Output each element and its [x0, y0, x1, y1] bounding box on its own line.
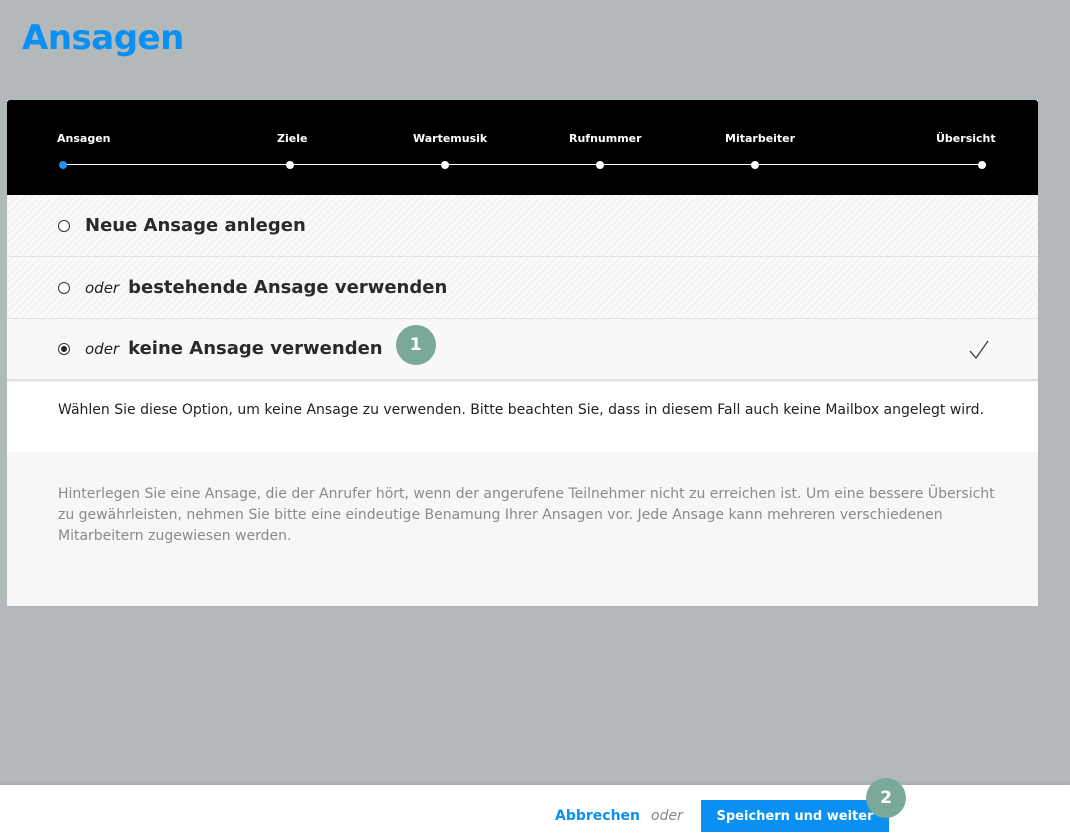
step-dot-rufnummer[interactable] — [596, 161, 604, 169]
stepper-line — [63, 164, 983, 165]
option-new-announcement[interactable]: Neue Ansage anlegen — [7, 195, 1038, 257]
announcement-options: Neue Ansage anlegen oder bestehende Ansa… — [7, 195, 1038, 381]
wizard-card: Ansagen Ziele Wartemusik Rufnummer Mitar… — [7, 100, 1038, 606]
cancel-link[interactable]: Abbrechen — [555, 808, 640, 824]
step-label-mitarbeiter: Mitarbeiter — [725, 132, 796, 145]
step-dot-uebersicht[interactable] — [978, 161, 986, 169]
option-text: oder bestehende Ansage verwenden — [85, 277, 447, 298]
option-prefix: oder — [85, 279, 120, 297]
footer-or-label: oder — [651, 808, 683, 824]
step-label-ansagen: Ansagen — [57, 132, 111, 145]
save-and-continue-button[interactable]: Speichern und weiter — [701, 800, 889, 832]
step-dot-mitarbeiter[interactable] — [751, 161, 759, 169]
footer-bar: Abbrechen oder Speichern und weiter — [0, 785, 1070, 839]
step-dot-wartemusik[interactable] — [441, 161, 449, 169]
wizard-stepper: Ansagen Ziele Wartemusik Rufnummer Mitar… — [7, 100, 1038, 195]
radio-new-announcement[interactable] — [58, 219, 70, 232]
option-label: Neue Ansage anlegen — [85, 215, 306, 236]
radio-no-announcement[interactable] — [58, 343, 70, 355]
option-existing-announcement[interactable]: oder bestehende Ansage verwenden — [7, 257, 1038, 319]
option-text: oder keine Ansage verwenden 1 — [85, 325, 436, 369]
step-badge-2: 2 — [866, 778, 906, 818]
option-no-announcement[interactable]: oder keine Ansage verwenden 1 — [7, 319, 1038, 381]
step-dot-ansagen[interactable] — [59, 161, 67, 169]
option-label: keine Ansage verwenden — [128, 338, 383, 359]
step-label-wartemusik: Wartemusik — [413, 132, 488, 145]
step-label-rufnummer: Rufnummer — [569, 132, 642, 145]
option-label: bestehende Ansage verwenden — [128, 277, 448, 298]
option-prefix: oder — [85, 340, 120, 358]
step-badge-1: 1 — [395, 325, 436, 365]
step-dot-ziele[interactable] — [286, 161, 294, 169]
option-hint: Wählen Sie diese Option, um keine Ansage… — [7, 382, 1038, 452]
step-label-uebersicht: Übersicht — [936, 132, 996, 145]
info-text: Hinterlegen Sie eine Ansage, die der Anr… — [58, 486, 995, 544]
option-text: Neue Ansage anlegen — [85, 215, 306, 236]
checkmark-icon — [969, 340, 989, 359]
page-title: Ansagen — [22, 18, 184, 58]
step-label-ziele: Ziele — [277, 132, 308, 145]
radio-existing-announcement[interactable] — [58, 281, 70, 294]
